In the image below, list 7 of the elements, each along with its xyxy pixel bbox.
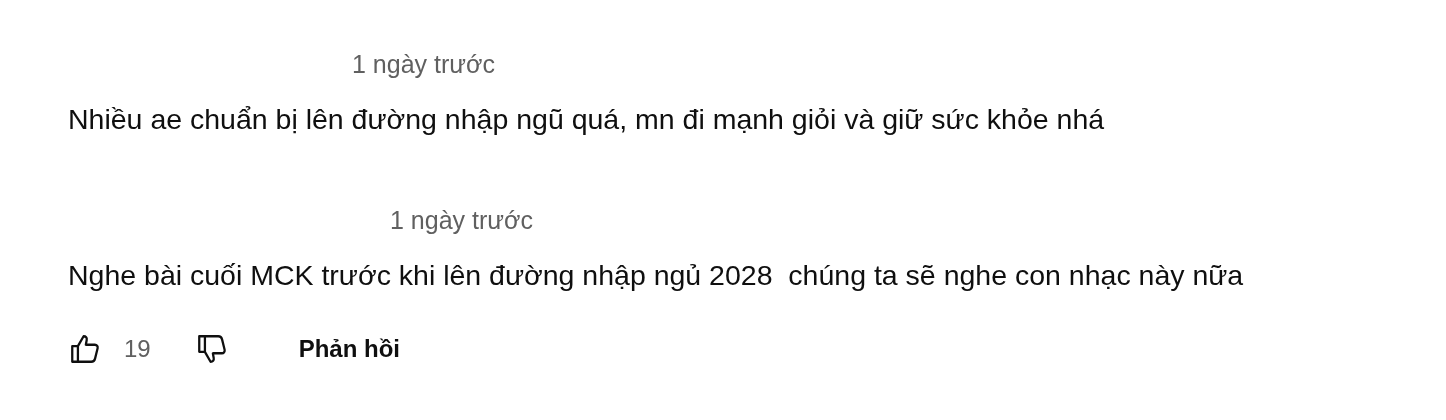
- comment-text: Nghe bài cuối MCK trước khi lên đường nhập ngủ 2028 chúng ta sẽ nghe con nhạc này nữa: [68, 259, 1244, 292]
- comment-time: 1 ngày trước: [390, 206, 533, 235]
- comment-text: Nhiều ae chuẩn bị lên đường nhập ngũ quá, mn đi mạnh giỏi và giữ sức khỏe nhá: [68, 103, 1105, 136]
- comment-time: 1 ngày trước: [352, 50, 495, 79]
- reply-button[interactable]: Phản hồi: [298, 335, 401, 363]
- thumbs-up-icon[interactable]: [68, 332, 102, 366]
- like-count: 19: [124, 335, 151, 363]
